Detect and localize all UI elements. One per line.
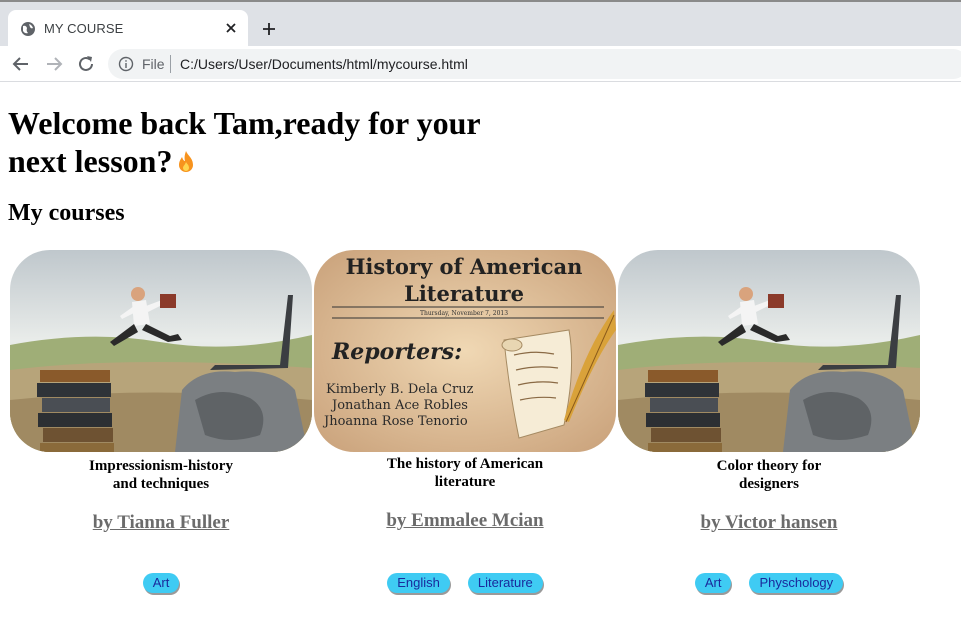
forward-arrow-icon[interactable] [43, 53, 65, 75]
image-reporters-label: Reporters: [331, 339, 462, 365]
course-thumbnail[interactable] [10, 250, 312, 452]
leaping-businessman-image [10, 250, 312, 452]
image-reporter-name: Jhoanna Rose Tenorio [322, 414, 468, 429]
address-divider [170, 55, 171, 73]
headline-line-2: next lesson? [8, 143, 173, 179]
address-scheme: File [142, 56, 165, 72]
course-title-line-1: Impressionism-history [89, 458, 233, 474]
author-link[interactable]: by Emmalee Mcian [314, 510, 616, 532]
author-link[interactable]: by Victor hansen [618, 512, 920, 534]
tag-english[interactable]: English [387, 573, 450, 593]
browser-titlebar: MY COURSE [0, 0, 961, 48]
image-dateline: Thursday, November 7, 2013 [420, 310, 508, 317]
welcome-headline: Welcome back Tam,ready for your next les… [8, 104, 508, 180]
address-url[interactable]: C:/Users/User/Documents/html/mycourse.ht… [180, 56, 468, 72]
tag-art[interactable]: Art [694, 573, 732, 593]
course-thumbnail[interactable] [618, 250, 920, 452]
author-link[interactable]: by Tianna Fuller [10, 512, 312, 534]
tag-list: English Literature [314, 573, 616, 593]
course-card[interactable]: History of American Literature Thursday,… [314, 250, 616, 610]
address-bar[interactable]: File C:/Users/User/Documents/html/mycour… [108, 49, 961, 79]
course-title-line-2: and techniques [112, 476, 210, 492]
back-arrow-icon[interactable] [10, 53, 32, 75]
browser-toolbar: File C:/Users/User/Documents/html/mycour… [0, 46, 961, 82]
leaping-businessman-image [618, 250, 920, 452]
image-headline-2: Literature [404, 281, 524, 306]
tag-list: Art Physchology [618, 573, 920, 593]
course-thumbnail[interactable]: History of American Literature Thursday,… [314, 250, 616, 452]
tag-art[interactable]: Art [142, 573, 180, 593]
course-title-line-2: designers [739, 476, 799, 492]
course-title: The history of American literature [314, 455, 616, 491]
tag-literature[interactable]: Literature [467, 573, 543, 593]
reload-icon[interactable] [75, 53, 97, 75]
course-card[interactable]: Color theory for designers by Victor han… [618, 250, 920, 610]
globe-icon [21, 22, 35, 36]
my-courses-heading: My courses [8, 200, 125, 226]
image-headline-1: History of American [346, 254, 583, 279]
info-icon[interactable] [118, 56, 134, 72]
image-reporter-name: Kimberly B. Dela Cruz [326, 382, 474, 397]
browser-tab[interactable]: MY COURSE [8, 10, 248, 48]
image-reporter-name: Jonathan Ace Robles [330, 398, 468, 413]
course-title-line-2: literature [434, 474, 496, 490]
course-title-line-1: Color theory for [716, 458, 822, 474]
course-title: Color theory for designers [618, 457, 920, 493]
new-tab-plus-icon[interactable] [260, 20, 278, 38]
close-icon[interactable] [222, 19, 240, 37]
course-card[interactable]: Impressionism-history and techniques by … [10, 250, 312, 610]
tag-list: Art [10, 573, 312, 593]
headline-line-1: Welcome back Tam,ready for your [8, 105, 481, 141]
fire-icon [179, 151, 194, 172]
american-literature-newspaper-image: History of American Literature Thursday,… [314, 250, 616, 452]
tab-title: MY COURSE [44, 21, 124, 36]
tag-physchology[interactable]: Physchology [749, 573, 844, 593]
course-title-line-1: The history of American [386, 456, 544, 472]
course-title: Impressionism-history and techniques [10, 457, 312, 493]
